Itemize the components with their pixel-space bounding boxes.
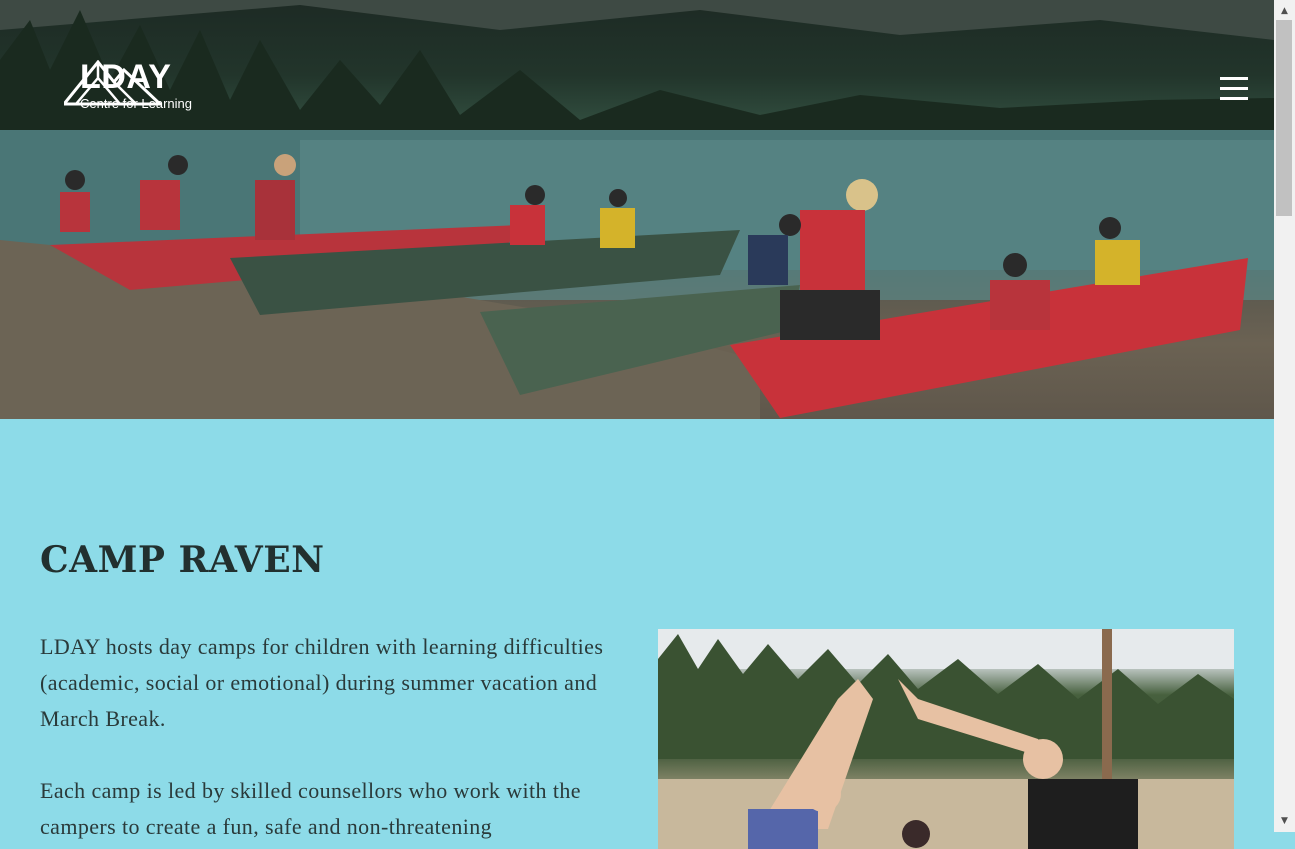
camp-photo-image [658,629,1234,849]
description-paragraph: Each camp is led by skilled counsellors … [40,778,581,839]
hero-banner: LDAY Centre for Learning [0,0,1274,419]
site-logo[interactable]: LDAY Centre for Learning [64,60,192,112]
menu-line [1220,77,1248,80]
menu-line [1220,87,1248,90]
camp-photo [658,629,1234,849]
scroll-down-arrow-icon[interactable]: ▼ [1274,812,1295,830]
vertical-scrollbar[interactable]: ▲ ▼ [1274,0,1295,832]
main-content: CAMP RAVEN LDAY hosts day camps for chil… [0,419,1274,849]
menu-line [1220,97,1248,100]
intro-paragraph: LDAY hosts day camps for children with l… [40,634,604,731]
page-title: CAMP RAVEN [40,539,325,581]
scroll-up-arrow-icon[interactable]: ▲ [1274,2,1295,20]
mountain-logo-icon [64,60,162,106]
scrollbar-thumb[interactable] [1276,20,1292,216]
hamburger-menu-icon[interactable] [1220,77,1250,100]
